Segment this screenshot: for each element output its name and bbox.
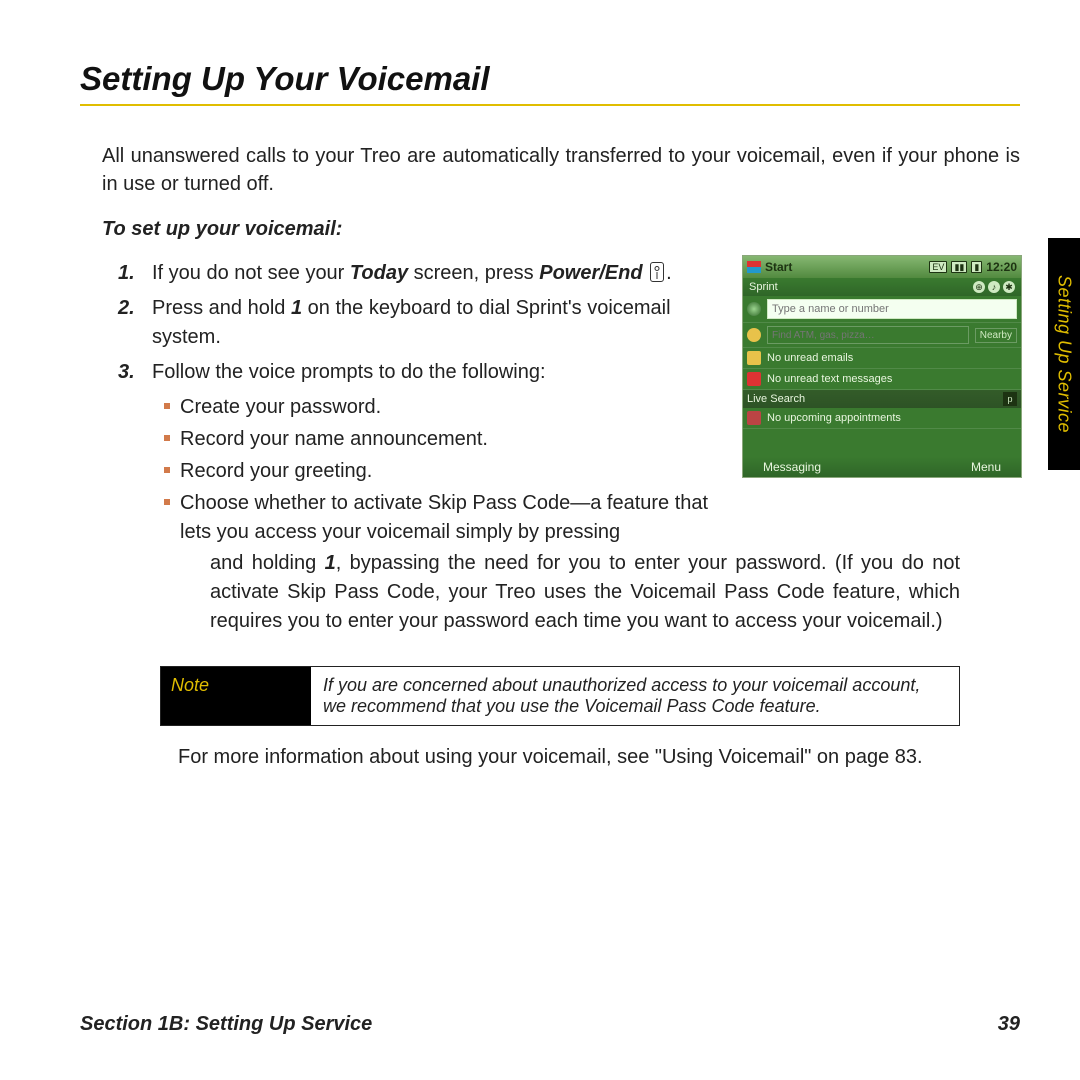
softkey-menu[interactable]: Menu [971,460,1001,474]
intro-paragraph: All unanswered calls to your Treo are au… [102,142,1020,198]
softkey-messaging[interactable]: Messaging [763,460,821,474]
step-3: Follow the voice prompts to do the follo… [118,358,722,547]
substep-name: Record your name announcement. [152,425,722,454]
unread-text-label: No unread text messages [767,373,892,385]
footer-section: Section 1B: Setting Up Service [80,1013,372,1036]
page-heading: Setting Up Your Voicemail [80,60,1020,98]
nearby-button[interactable]: Nearby [975,328,1017,343]
substep-greeting: Record your greeting. [152,457,722,486]
power-end-key-icon [650,262,664,282]
text-message-icon [747,372,761,386]
substep-password: Create your password. [152,393,722,422]
start-flag-icon [747,261,761,273]
email-icon [747,351,761,365]
bluetooth-icon: ✱ [1003,281,1015,293]
step-3-continuation: and holding 1, bypassing the need for yo… [210,549,960,636]
heading-rule [80,104,1020,106]
name-or-number-field[interactable] [767,299,1017,319]
note-body: If you are concerned about unauthorized … [311,667,959,725]
gps-icon: ⊕ [973,281,985,293]
today-screen-screenshot: Start EV ▮▮ ▮ 12:20 Sprint ⊕ ♪ ✱ [742,255,1022,478]
upcoming-appts-label: No upcoming appointments [767,412,901,424]
live-search-field[interactable] [767,326,969,344]
note-box: Note If you are concerned about unauthor… [160,666,960,726]
calendar-icon [747,411,761,425]
step-1: If you do not see your Today screen, pre… [118,259,722,288]
more-info-paragraph: For more information about using your vo… [178,746,960,769]
live-search-section: Live Search [747,393,805,405]
step-2: Press and hold 1 on the keyboard to dial… [118,294,722,352]
start-label: Start [765,260,792,274]
live-search-badge-icon: p [1003,392,1017,406]
procedure-subhead: To set up your voicemail: [102,218,1020,241]
substep-skip-pass: Choose whether to activate Skip Pass Cod… [152,489,722,547]
footer-page-number: 39 [998,1013,1020,1036]
battery-icon: ▮ [971,261,982,273]
section-side-tab: Setting Up Service [1048,238,1080,470]
steps-column: If you do not see your Today screen, pre… [118,259,742,553]
dialer-icon [747,302,761,316]
clock-label: 12:20 [986,260,1017,274]
note-label: Note [161,667,311,725]
sound-icon: ♪ [988,281,1000,293]
find-icon [747,328,761,342]
unread-email-label: No unread emails [767,352,853,364]
ev-indicator-icon: EV [929,261,947,273]
signal-icon: ▮▮ [951,261,967,273]
carrier-label: Sprint [749,281,778,293]
